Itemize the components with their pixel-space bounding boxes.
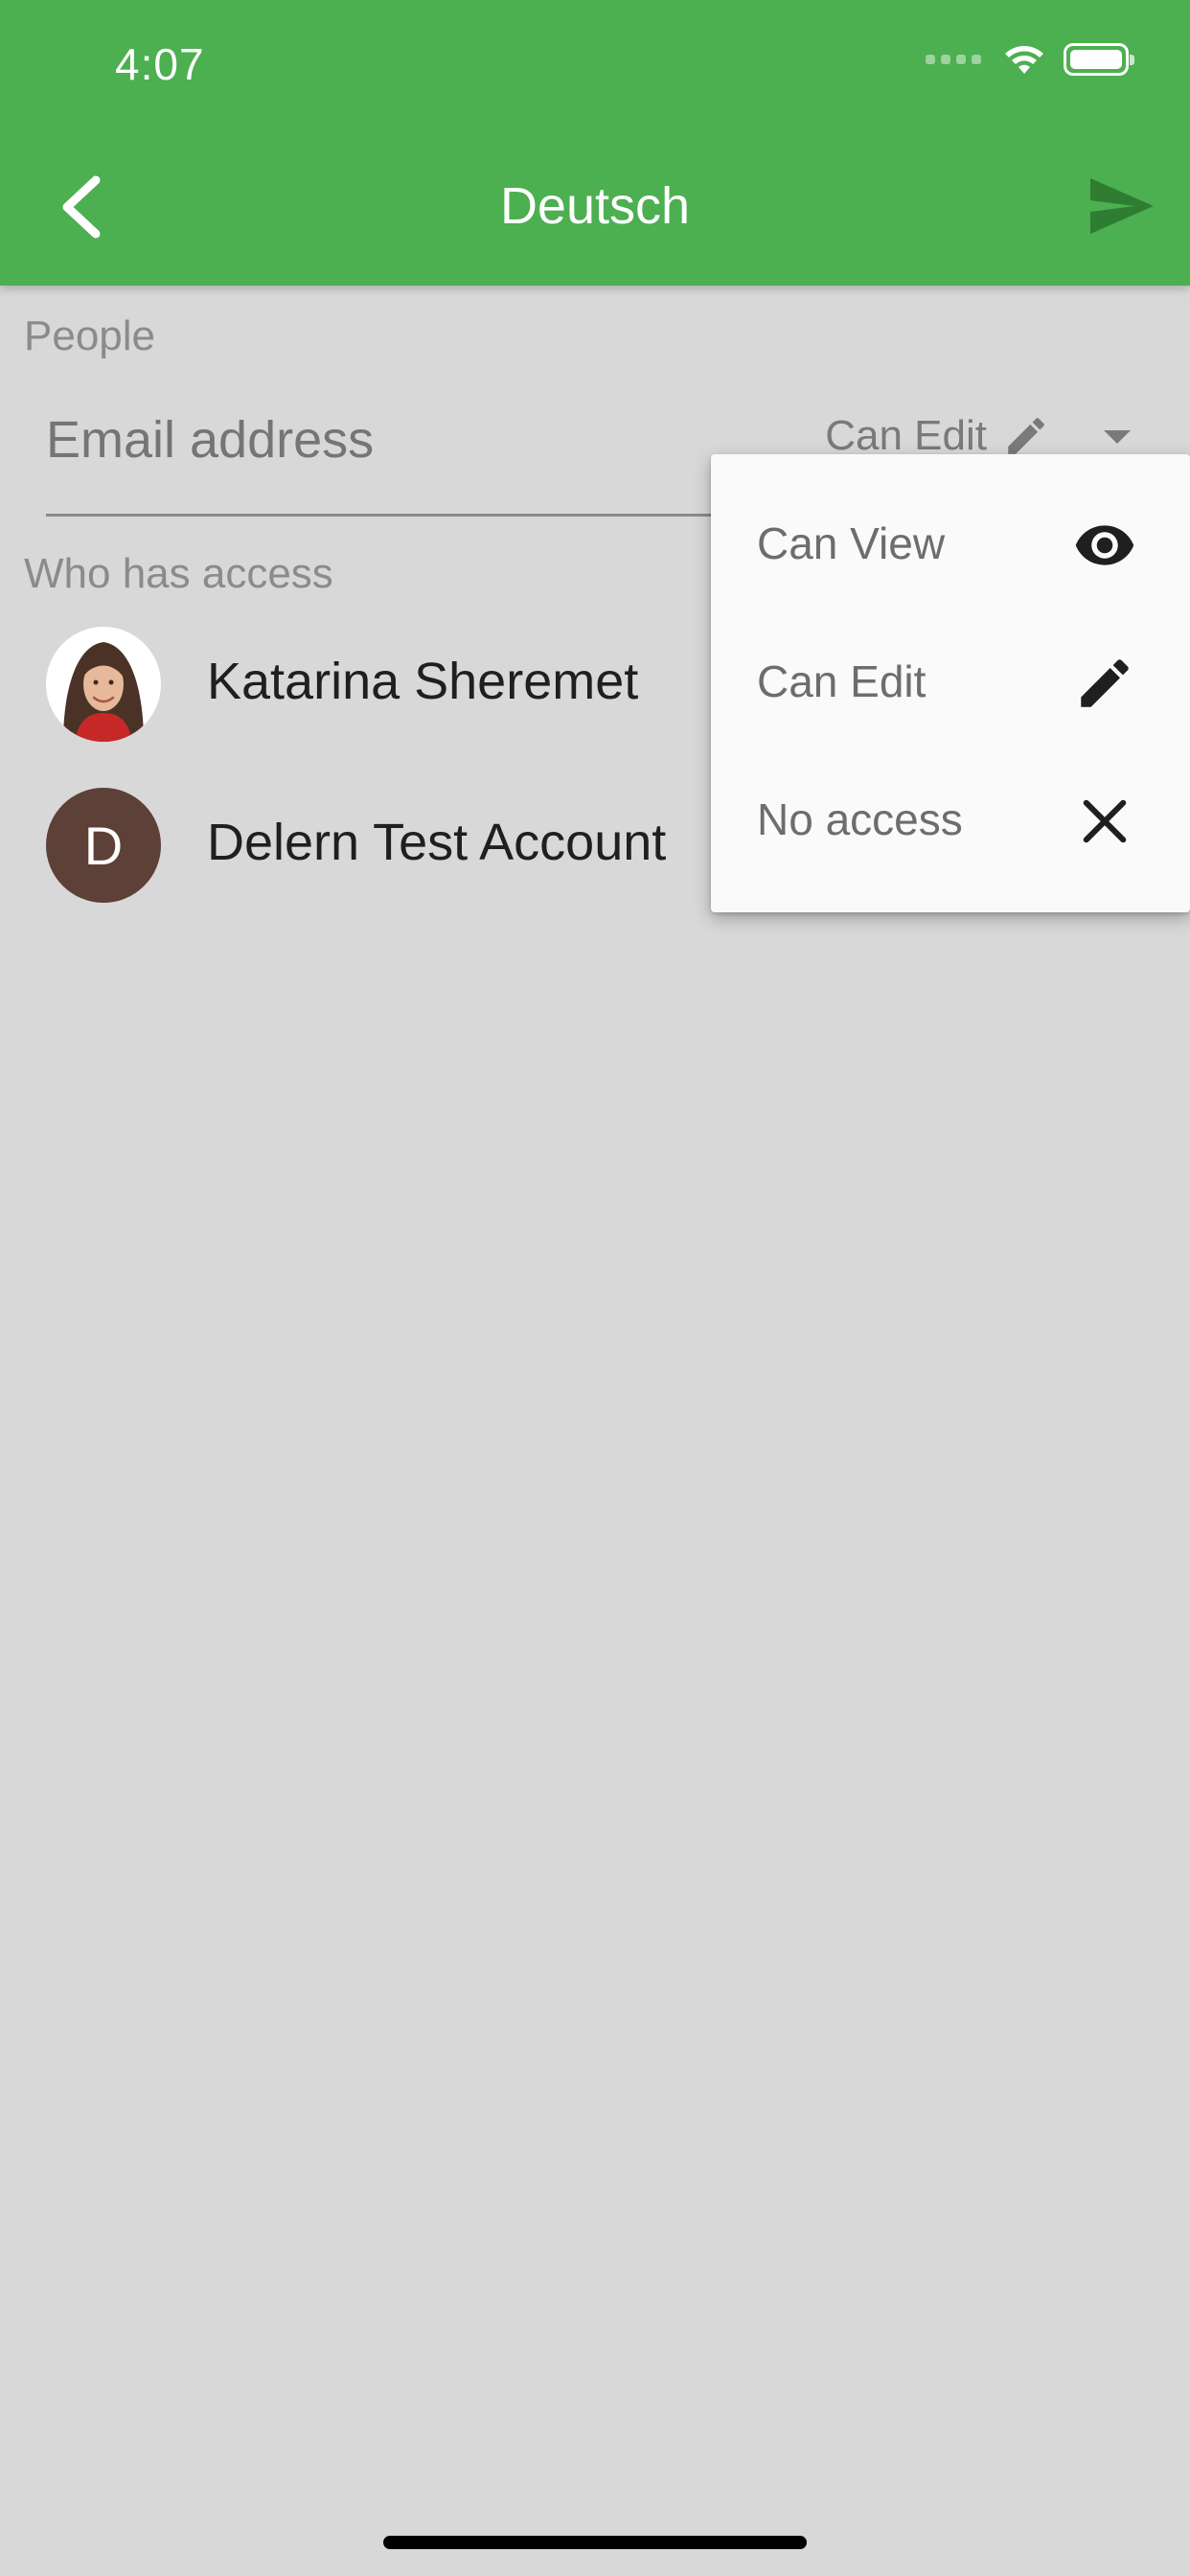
menu-item-label: Can Edit: [757, 656, 927, 706]
permission-select[interactable]: Can Edit: [825, 412, 1144, 460]
wifi-icon: [1005, 46, 1043, 74]
permission-select-label: Can Edit: [825, 412, 987, 459]
avatar: [46, 627, 161, 742]
pencil-icon: [1008, 418, 1044, 454]
access-section-label: Who has access: [24, 550, 333, 597]
menu-item-label: Can View: [757, 518, 946, 568]
home-indicator[interactable]: [383, 2536, 807, 2549]
send-icon: [1090, 178, 1154, 234]
battery-icon: [1064, 43, 1134, 76]
status-time: 4:07: [115, 39, 205, 89]
people-section-label: People: [24, 312, 156, 359]
permission-menu: Can View Can Edit No access: [711, 454, 1190, 912]
close-icon: [1083, 799, 1127, 843]
email-placeholder: Email address: [46, 411, 375, 469]
app-bar: 4:07 Deutsch: [0, 0, 1190, 286]
send-button[interactable]: [1087, 174, 1156, 238]
page-title: Deutsch: [499, 177, 691, 235]
status-icons: [926, 42, 1134, 77]
person-name: Katarina Sheremet: [207, 653, 639, 710]
menu-item-can-edit[interactable]: Can Edit: [711, 615, 1190, 753]
arrow-drop-down-icon: [1104, 430, 1131, 444]
pencil-icon: [1081, 659, 1129, 707]
person-name: Delern Test Account: [207, 814, 667, 871]
eye-icon: [1075, 525, 1134, 565]
avatar: D: [46, 788, 161, 903]
menu-item-no-access[interactable]: No access: [711, 753, 1190, 891]
menu-item-label: No access: [757, 794, 963, 844]
menu-item-can-view[interactable]: Can View: [711, 477, 1190, 615]
signal-icon: [926, 55, 981, 64]
